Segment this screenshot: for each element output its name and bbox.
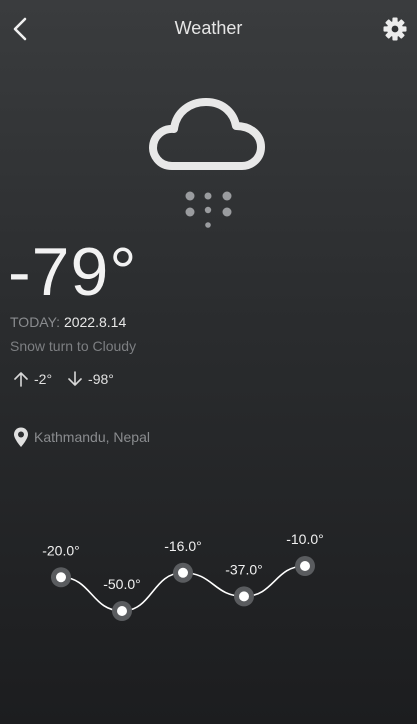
weather-description: Snow turn to Cloudy: [10, 338, 137, 354]
temperature-range: -2° -98°: [12, 370, 114, 388]
location-text: Kathmandu, Nepal: [34, 429, 150, 445]
chart-point: [117, 606, 127, 616]
chart-point: [56, 572, 66, 583]
arrow-up-icon: [14, 372, 28, 387]
chart-data-label: -37.0°: [225, 561, 263, 577]
date-value: 2022.8.14: [63, 314, 127, 330]
chart-data-label: -20.0°: [42, 542, 80, 558]
chart-data-label: -10.0°: [286, 531, 324, 547]
chart-data-label: -16.0°: [164, 538, 202, 554]
low-temperature: -98°: [88, 371, 114, 387]
chart-data-label: -50.0°: [103, 576, 141, 592]
location-pin-icon: [14, 427, 28, 447]
chart-point: [300, 561, 310, 571]
arrow-down-icon: [68, 371, 82, 386]
chart-point: [178, 567, 188, 578]
chart-point: [239, 591, 249, 602]
today-label: TODAY:: [10, 314, 61, 330]
temperature-chart: -20.0° -50.0° -16.0° -37.0° -10.0°: [42, 531, 324, 621]
gear-icon: [383, 17, 407, 41]
settings-button[interactable]: [380, 14, 410, 44]
current-temperature: -79°: [8, 234, 138, 310]
location: Kathmandu, Nepal: [12, 426, 150, 448]
page-title: Weather: [174, 18, 243, 38]
today-date: TODAY: 2022.8.14: [10, 314, 126, 330]
snow-cloud-icon: [148, 96, 270, 232]
high-temperature: -2°: [34, 371, 53, 387]
